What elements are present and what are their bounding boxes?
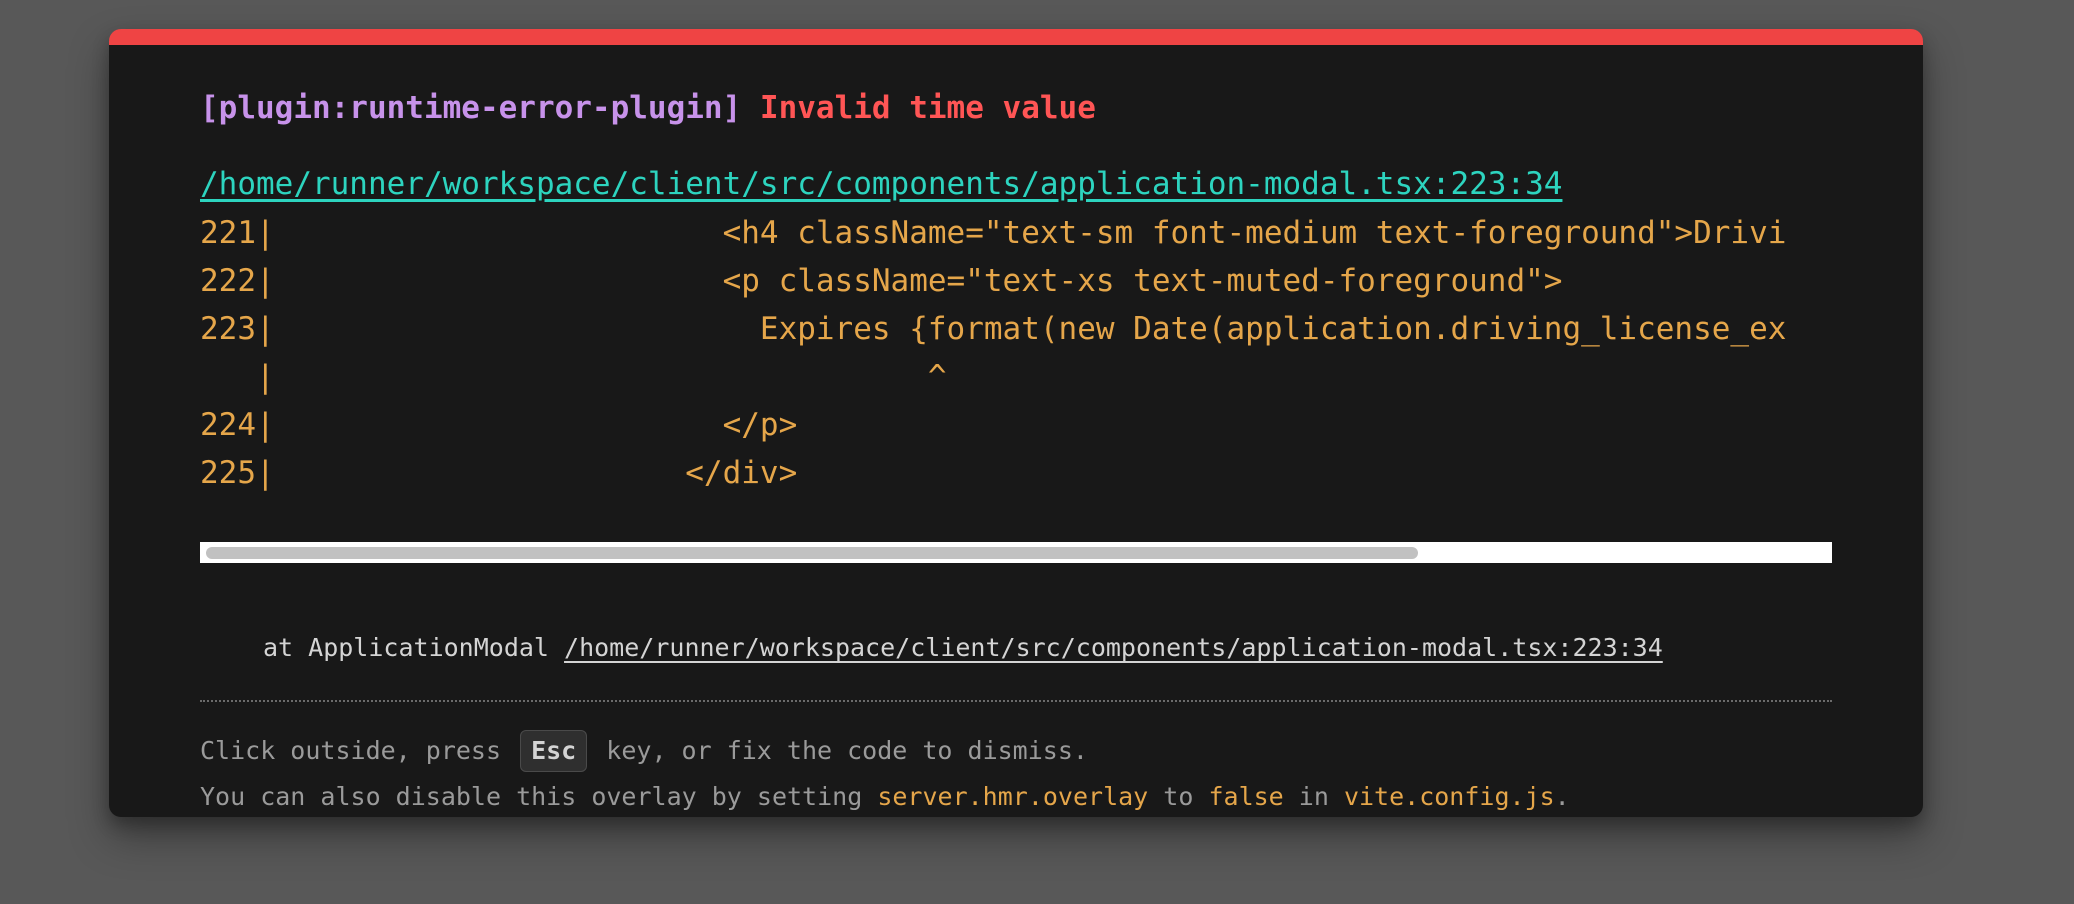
tip-text: key, or fix the code to dismiss. xyxy=(591,736,1088,765)
error-text: Invalid time value xyxy=(759,90,1096,126)
file-location-link[interactable]: /home/runner/workspace/client/src/compon… xyxy=(200,164,1562,204)
code-frame[interactable]: 221| <h4 className="text-sm font-medium … xyxy=(200,209,1832,527)
tip-text: You can also disable this overlay by set… xyxy=(200,782,878,811)
config-value: false xyxy=(1208,782,1284,811)
tip-text: Click outside, press xyxy=(200,736,517,765)
tip-text: . xyxy=(1554,782,1570,811)
config-file: vite.config.js xyxy=(1343,782,1555,811)
stack-trace: at ApplicationModal /home/runner/workspa… xyxy=(263,630,1663,666)
horizontal-scrollbar[interactable] xyxy=(200,542,1832,563)
code-line: 222| <p className="text-xs text-muted-fo… xyxy=(200,263,1563,299)
esc-key-badge: Esc xyxy=(520,730,588,772)
tip-text: to xyxy=(1148,782,1209,811)
divider xyxy=(200,700,1832,702)
code-line: 225| </div> xyxy=(200,455,798,491)
stack-location-link[interactable]: /home/runner/workspace/client/src/compon… xyxy=(564,633,1663,662)
dismiss-tip: Click outside, press Esc key, or fix the… xyxy=(200,730,1088,772)
config-tip: You can also disable this overlay by set… xyxy=(200,777,1570,817)
error-message: [plugin:runtime-error-plugin] Invalid ti… xyxy=(200,88,1096,128)
code-line: 223| Expires {format(new Date(applicatio… xyxy=(200,311,1787,347)
plugin-label: [plugin:runtime-error-plugin] xyxy=(200,90,742,126)
code-line: 221| <h4 className="text-sm font-medium … xyxy=(200,215,1787,251)
tip-text: in xyxy=(1283,782,1344,811)
error-overlay-window: [plugin:runtime-error-plugin] Invalid ti… xyxy=(109,29,1923,817)
config-setting: server.hmr.overlay xyxy=(877,782,1149,811)
code-line: 224| </p> xyxy=(200,407,798,443)
scrollbar-thumb[interactable] xyxy=(206,547,1418,559)
stack-prefix: at ApplicationModal xyxy=(263,633,565,662)
code-caret-line: | ^ xyxy=(200,359,947,395)
